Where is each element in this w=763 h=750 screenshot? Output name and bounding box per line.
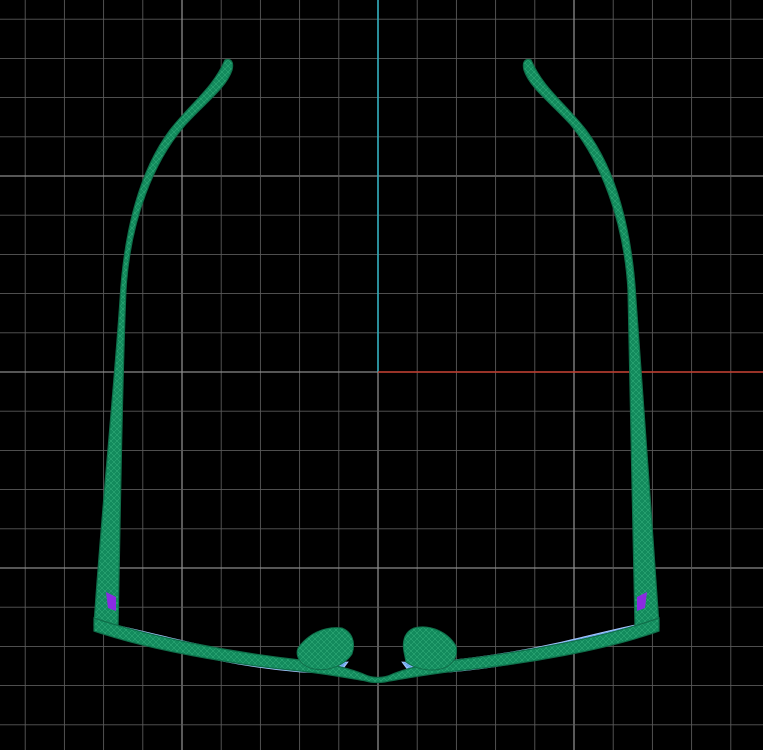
right-temple-arm[interactable] [522, 58, 660, 628]
left-temple-arm[interactable] [93, 58, 234, 628]
3d-viewport[interactable] [0, 0, 763, 750]
viewport-canvas[interactable] [0, 0, 763, 750]
right-nose-pad[interactable] [402, 626, 457, 671]
